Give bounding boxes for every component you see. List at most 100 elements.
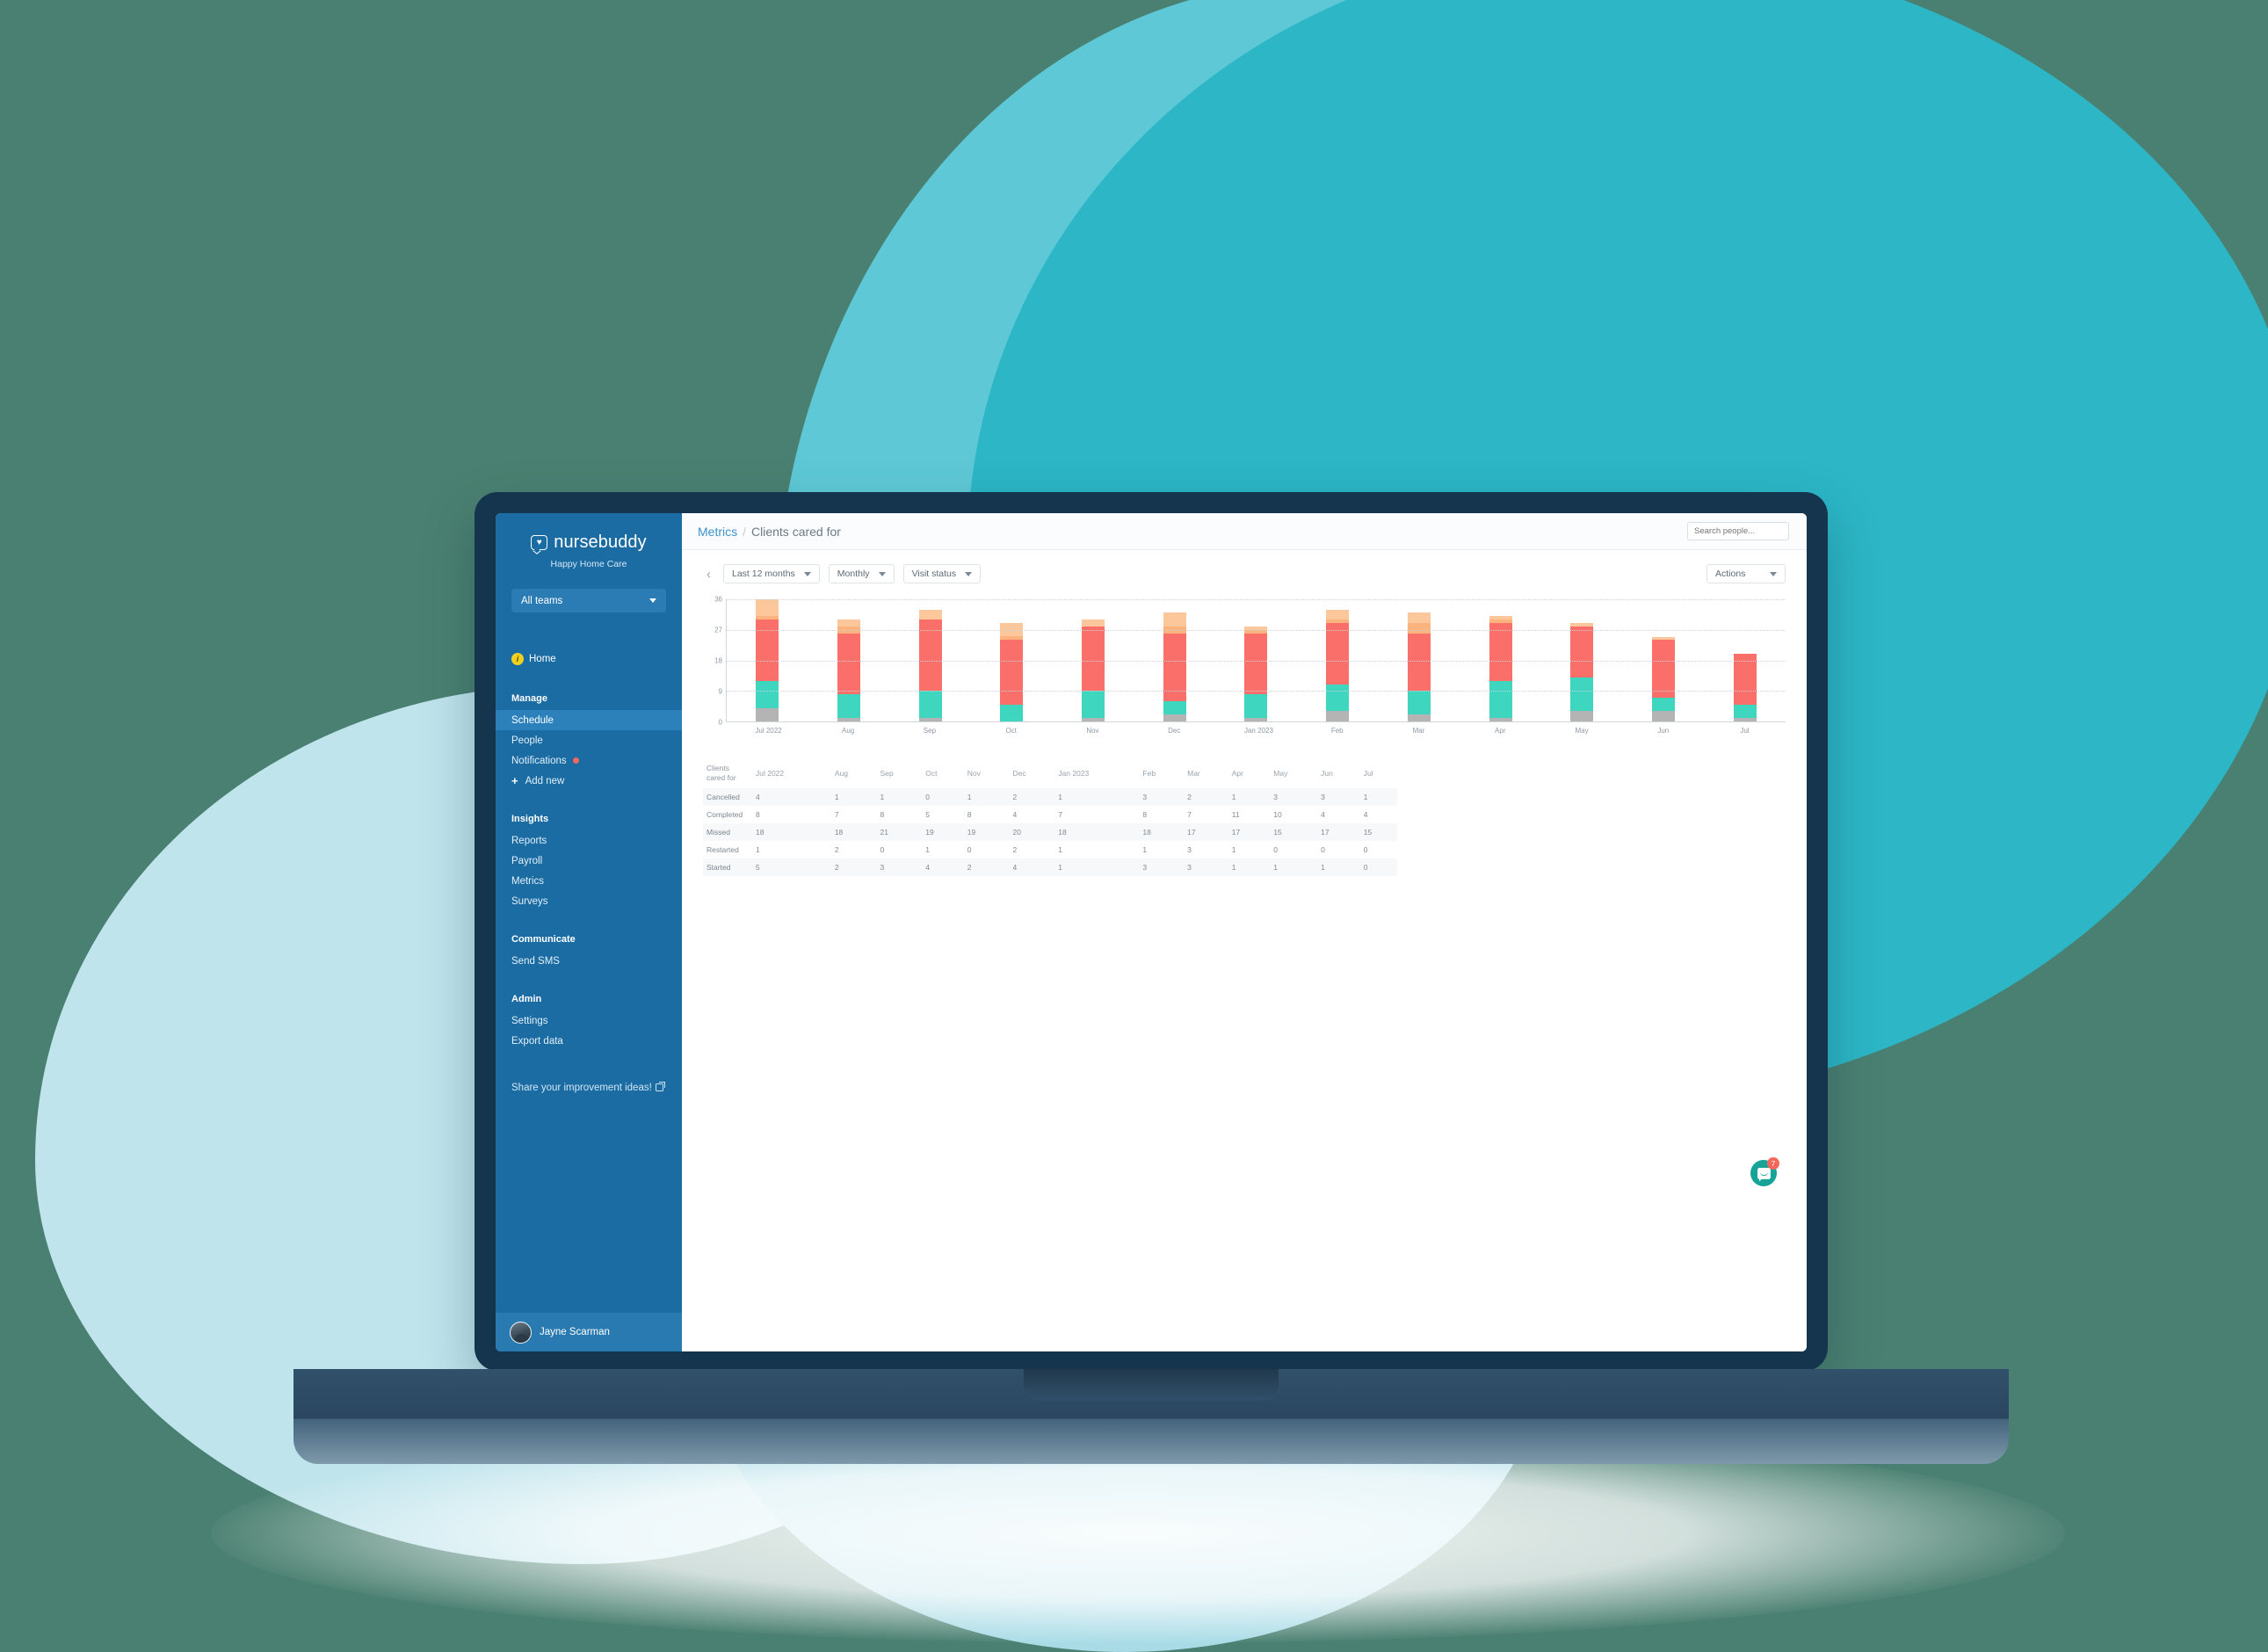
chart-x-axis: Jul 2022 Aug Sep Oct Nov Dec Jan 2023 Feb Mar Apr… (726, 727, 1786, 735)
breadcrumb-current: Clients cared for (751, 524, 841, 539)
user-profile[interactable]: Jayne Scarman (496, 1313, 682, 1351)
visit-status-filter-label: Visit status (911, 569, 957, 579)
table-cell: 3 (1142, 862, 1148, 872)
table-cell: 4 (1012, 809, 1018, 819)
sidebar-item-settings[interactable]: Settings (496, 1011, 682, 1031)
chart-bar-segment-completed (1733, 704, 1757, 719)
table-cell: 0 (925, 792, 931, 801)
chart-bar-segment-completed (1570, 677, 1594, 712)
chart-bar-segment-completed (1489, 680, 1512, 719)
search-input[interactable] (1687, 522, 1789, 540)
table-cell: 0 (880, 844, 885, 854)
table-cell: 18 (834, 827, 844, 837)
chart-bar-segment-started (837, 620, 861, 627)
sidebar-item-label: Notifications (511, 755, 567, 766)
previous-period-button[interactable]: ‹ (703, 568, 714, 581)
chart-bar-segment-missed (1326, 623, 1350, 685)
x-axis-tick: Feb (1330, 727, 1344, 735)
y-axis-tick: 36 (714, 595, 722, 604)
team-selector[interactable]: All teams (511, 589, 666, 612)
table-cell: 1 (880, 792, 885, 801)
chevron-down-icon (878, 571, 886, 576)
table-column-header: Jun (1321, 769, 1333, 779)
external-link-icon (655, 1082, 665, 1091)
chevron-down-icon (649, 598, 656, 603)
sidebar-group-admin: Admin (511, 994, 542, 1004)
table-cell: 0 (1363, 844, 1368, 854)
table-row-label: Cancelled (706, 792, 740, 801)
chevron-down-icon (965, 571, 973, 576)
sidebar-item-schedule[interactable]: Schedule (496, 710, 682, 730)
actions-button[interactable]: Actions (1706, 564, 1786, 583)
sidebar-item-surveys[interactable]: Surveys (496, 891, 682, 911)
table-row-label: Restarted (706, 844, 739, 854)
y-axis-tick: 9 (718, 687, 722, 696)
smile-icon (1759, 1172, 1768, 1176)
sidebar-item-label: Settings (511, 1015, 548, 1026)
chart-bar-segment-cancelled (1489, 718, 1512, 721)
chart-bar-segment-started (918, 609, 942, 620)
sidebar-item-people[interactable]: People (496, 730, 682, 750)
table-cell: 20 (1012, 827, 1021, 837)
table-cell: 0 (967, 844, 972, 854)
sidebar-item-metrics[interactable]: Metrics (496, 871, 682, 891)
sidebar-item-reports[interactable]: Reports (496, 830, 682, 851)
table-cell: 1 (925, 844, 931, 854)
sidebar-item-label: Reports (511, 835, 547, 846)
sidebar-item-add-new[interactable]: + Add new (496, 771, 682, 791)
table-cell: 17 (1321, 827, 1330, 837)
x-axis-tick: Aug (842, 727, 855, 735)
table-cell: 1 (967, 792, 972, 801)
sidebar-item-export-data[interactable]: Export data (496, 1031, 682, 1051)
table-cell: 8 (967, 809, 972, 819)
table-cell: 1 (1231, 792, 1236, 801)
data-table-wrapper: Clients cared for Jul 2022 Aug Sep Oct Nov De… (703, 759, 1786, 876)
table-cell: 4 (925, 862, 931, 872)
stacked-bar-chart: 0 9 18 27 36 (703, 595, 1786, 727)
x-axis-tick: Nov (1086, 727, 1099, 735)
sidebar-nav: i Home Manage Schedule People Notificati… (496, 612, 682, 1313)
brand: ♥ nursebuddy Happy Home Care (496, 513, 682, 575)
share-ideas-link[interactable]: Share your improvement ideas! (496, 1081, 682, 1096)
table-cell: 4 (756, 792, 760, 801)
sidebar-item-label: Home (529, 654, 556, 664)
table-cell: 7 (1058, 809, 1062, 819)
sidebar-item-payroll[interactable]: Payroll (496, 851, 682, 871)
table-corner-header: Clients cared for (703, 759, 752, 788)
filter-toolbar: ‹ Last 12 months Monthly Visit status Ac… (703, 564, 1786, 583)
table-cell: 7 (834, 809, 839, 819)
chart-bar-segment-started (1407, 612, 1431, 624)
user-name: Jayne Scarman (540, 1327, 610, 1337)
table-row-label: Completed (706, 809, 743, 819)
sidebar-item-notifications[interactable]: Notifications (496, 750, 682, 771)
chat-unread-badge: 7 (1767, 1157, 1779, 1170)
y-axis-tick: 27 (714, 626, 722, 634)
table-cell: 17 (1231, 827, 1241, 837)
chart-bar-segment-cancelled (756, 707, 779, 721)
page-content: ‹ Last 12 months Monthly Visit status Ac… (682, 550, 1807, 1351)
visit-status-filter[interactable]: Visit status (902, 564, 982, 583)
chart-bar-segment-started (1326, 609, 1350, 620)
chart-bar-segment-completed (756, 680, 779, 708)
chat-widget[interactable]: 7 (1750, 1157, 1779, 1186)
date-range-filter[interactable]: Last 12 months (723, 564, 820, 583)
chart-bar-segment-cancelled (1082, 718, 1105, 721)
screen: ♥ nursebuddy Happy Home Care All teams i… (496, 513, 1807, 1351)
interval-filter[interactable]: Monthly (828, 564, 895, 583)
breadcrumb-metrics[interactable]: Metrics (698, 525, 737, 539)
table-row: Missed 18 18 21 19 19 20 18 18 17 17 15 17 15 (703, 822, 1397, 841)
table-cell: 2 (1187, 792, 1192, 801)
table-column-header: Jan 2023 (1058, 769, 1090, 779)
table-cell: 18 (1058, 827, 1067, 837)
x-axis-tick: May (1575, 727, 1589, 735)
brand-subtitle: Happy Home Care (550, 559, 627, 569)
team-selector-label: All teams (521, 595, 563, 606)
share-ideas-label: Share your improvement ideas! (511, 1083, 652, 1093)
sidebar-item-label: Send SMS (511, 955, 560, 967)
table-cell: 11 (1231, 809, 1240, 819)
table-body: Cancelled 4 1 1 0 1 2 1 3 2 1 3 3 1 Completed 8 7 8 5 8 4 7 8 7… (703, 787, 1397, 876)
sidebar-item-send-sms[interactable]: Send SMS (496, 951, 682, 971)
sidebar-item-home[interactable]: i Home (496, 648, 682, 670)
chart-gridline (727, 599, 1786, 600)
table-row: Restarted 1 2 0 1 0 2 1 1 3 1 0 0 0 (703, 841, 1397, 859)
